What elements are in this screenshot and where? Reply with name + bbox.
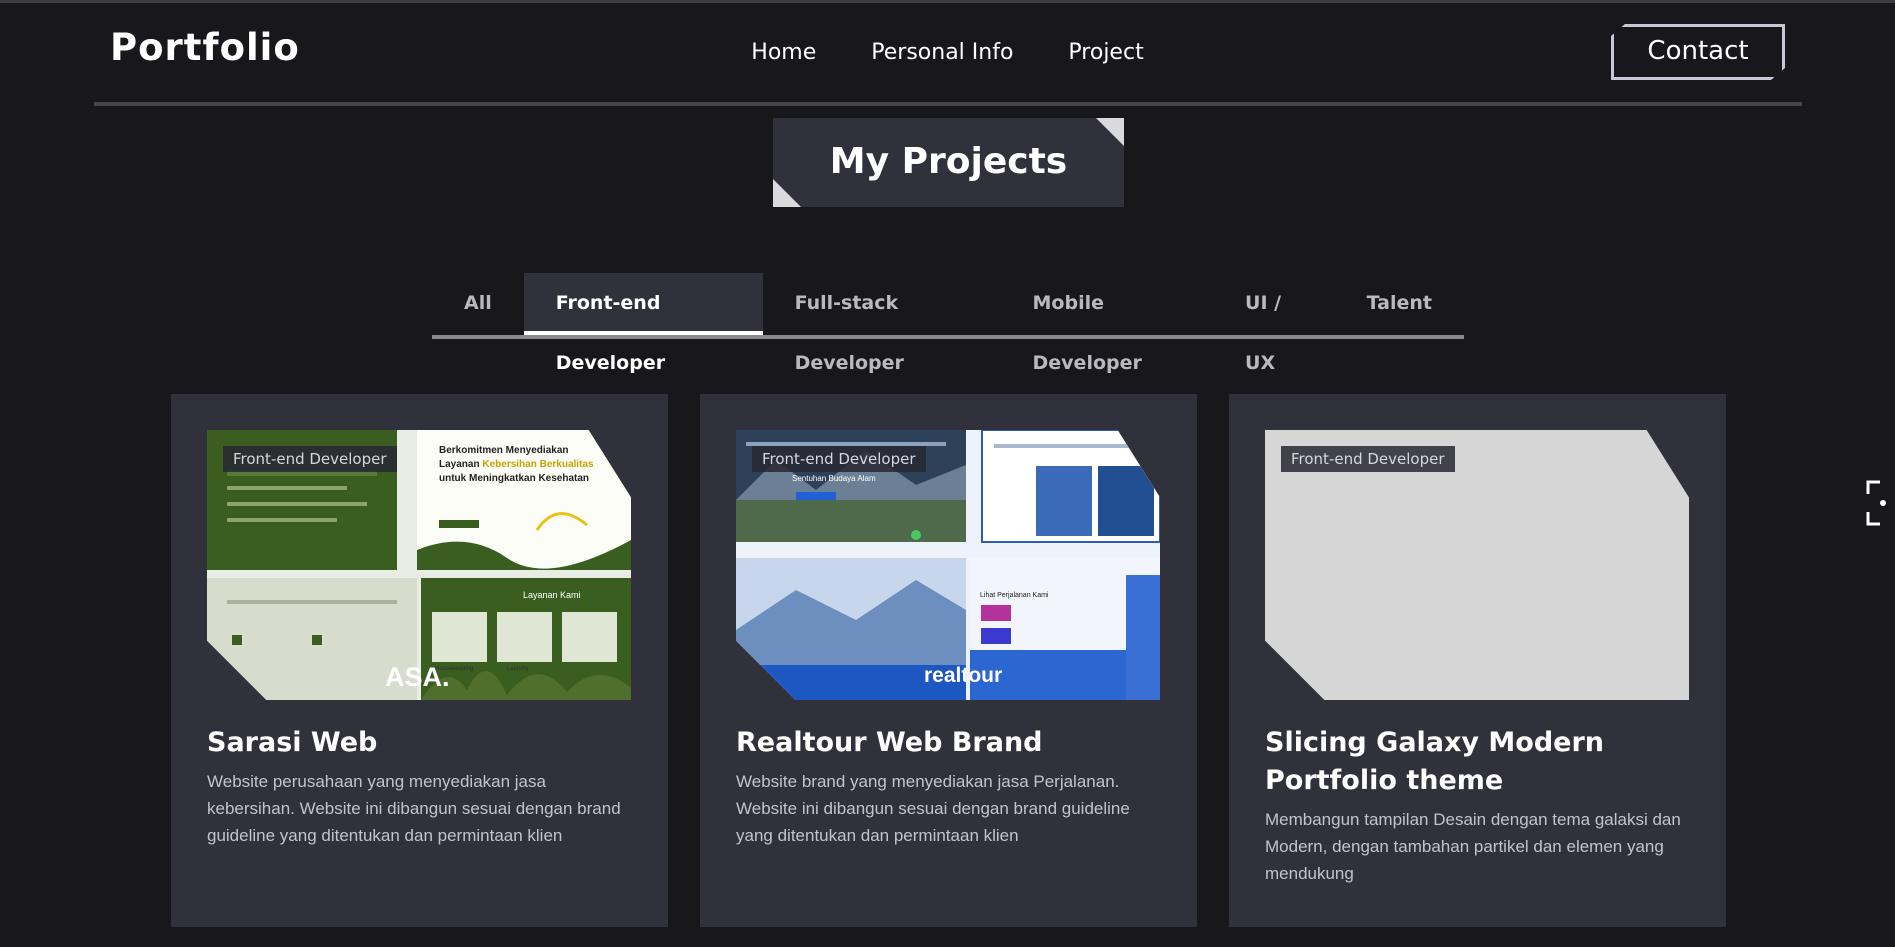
header-divider [94,102,1802,106]
tab-mobile-developer[interactable]: Mobile Developer [1001,273,1214,374]
realtour-thumb-hero: Sentuhan Budaya Alam [792,474,876,483]
tab-front-end-developer[interactable]: Front-end Developer [523,273,763,374]
project-title[interactable]: Sarasi Web [207,724,637,762]
project-description: Website perusahaan yang menyediakan jasa… [207,772,621,845]
project-card-galaxy[interactable]: Front-end Developer Slicing Galaxy Moder… [1229,394,1726,927]
nav-personal-info[interactable]: Personal Info [871,40,1013,65]
nav-home[interactable]: Home [751,40,816,65]
category-badge: Front-end Developer [223,446,397,472]
thumb-text: Layanan [439,459,480,470]
project-description: Website brand yang menyediakan jasa Perj… [736,772,1130,845]
contact-button-label: Contact [1647,36,1749,66]
tab-full-stack-developer[interactable]: Full-stack Developer [763,273,1001,374]
sarasi-thumb-brand: ASA. [385,662,450,692]
thumb-text: untuk Meningkatkan Kesehatan [439,473,590,484]
thumb-text-highlight: Kebersihan Berkualitas [482,459,594,470]
top-border [0,0,1895,3]
realtour-thumb-section: Lihat Perjalanan Kami [980,592,1049,599]
contact-button[interactable]: Contact [1611,24,1785,80]
project-thumbnail[interactable]: Sentuhan Budaya Alam Lihat Perjalanan Ka… [736,430,1160,700]
category-badge: Front-end Developer [1281,446,1455,472]
contact-notch-top-left [1611,24,1625,36]
thumb-text: Berkomitmen Menyediakan [439,445,569,456]
title-corner-accent [773,179,801,207]
project-thumbnail[interactable]: Berkomitmen Menyediakan Layanan Kebersih… [207,430,631,700]
category-badge: Front-end Developer [752,446,926,472]
project-title[interactable]: Slicing Galaxy Modern Portfolio theme [1265,724,1695,800]
sarasi-thumb-headline: Berkomitmen Menyediakan Layanan Kebersih… [439,444,619,486]
cursor-focus-icon[interactable] [1866,480,1886,526]
tab-all[interactable]: All [432,273,524,335]
realtour-thumb-brand: realtour [924,664,1003,687]
tab-talent[interactable]: Talent [1335,273,1464,335]
sarasi-thumb-section: Layanan Kami [523,590,581,600]
project-card-sarasi[interactable]: Berkomitmen Menyediakan Layanan Kebersih… [171,394,668,927]
section-title: My Projects [773,118,1124,207]
nav-project[interactable]: Project [1068,40,1143,65]
project-title[interactable]: Realtour Web Brand [736,724,1166,762]
project-filter-tabs: All Front-end Developer Full-stack Devel… [432,273,1464,374]
contact-notch-bottom-right [1771,68,1785,80]
project-card-realtour[interactable]: Sentuhan Budaya Alam Lihat Perjalanan Ka… [700,394,1197,927]
tab-ui-ux[interactable]: UI / UX [1213,273,1335,374]
sarasi-thumb-service-2: Laundry [507,666,529,672]
project-description: Membangun tampilan Desain dengan tema ga… [1265,810,1681,883]
title-corner-accent [1096,118,1124,146]
project-thumbnail[interactable]: Front-end Developer [1265,430,1689,700]
